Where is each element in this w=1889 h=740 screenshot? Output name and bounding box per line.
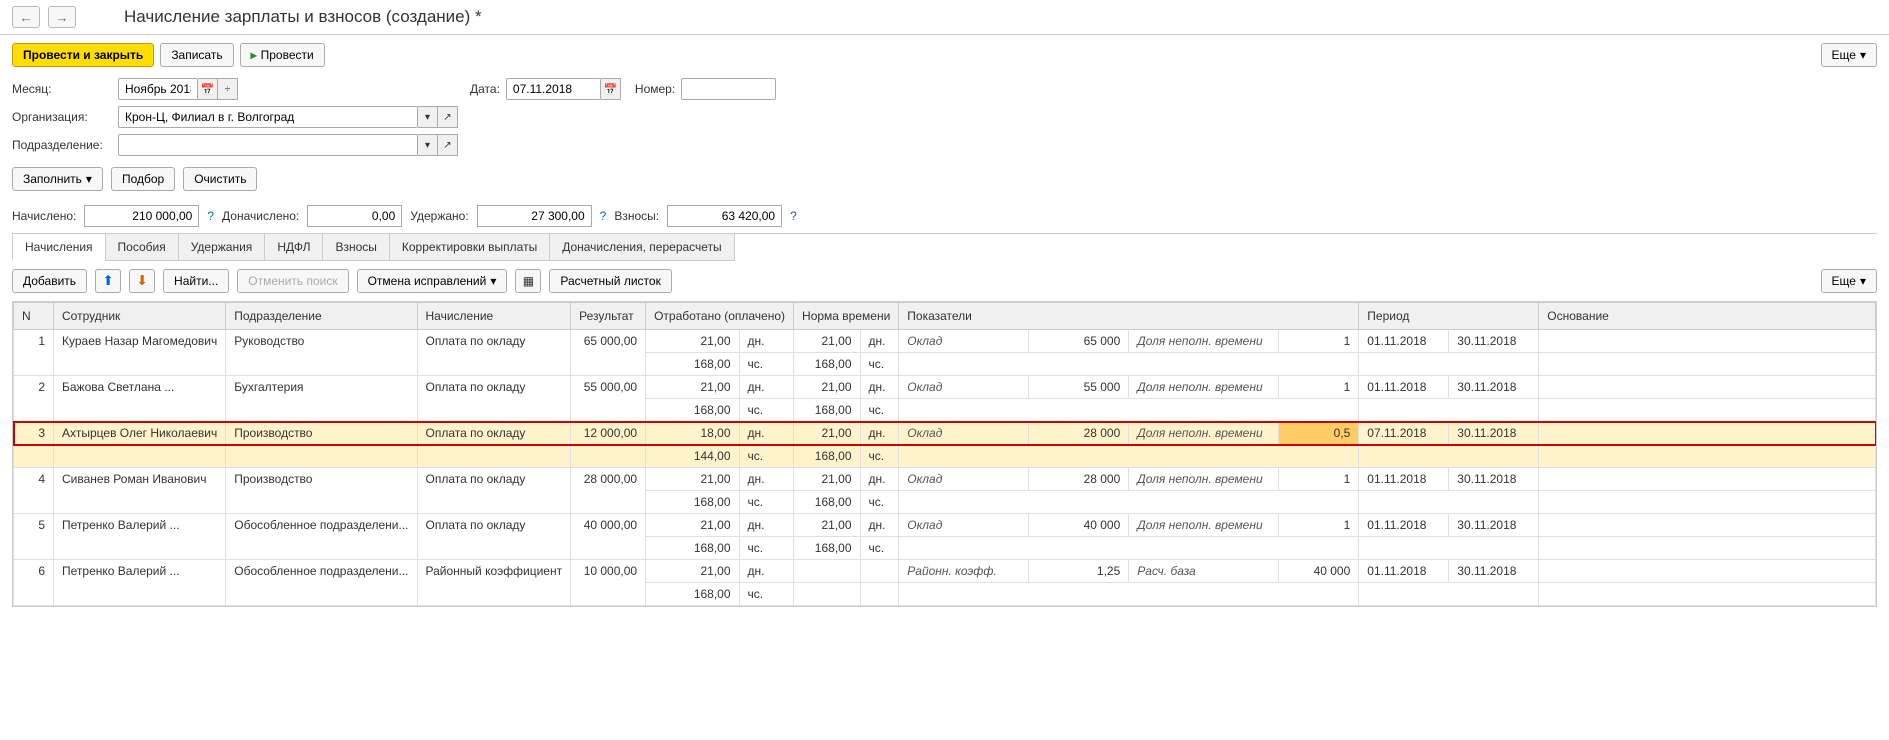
table-row[interactable]: 6Петренко Валерий ...Обособленное подраз…	[14, 560, 1876, 583]
chevron-down-icon: ▾	[490, 274, 496, 288]
number-label: Номер:	[635, 82, 675, 96]
tab-3[interactable]: НДФЛ	[264, 234, 323, 261]
org-dropdown-icon[interactable]: ▾	[418, 106, 438, 128]
dept-open-icon[interactable]: ↗	[438, 134, 458, 156]
chevron-down-icon: ▾	[1860, 274, 1866, 288]
add-button[interactable]: Добавить	[12, 269, 87, 293]
fill-button[interactable]: Заполнить ▾	[12, 167, 103, 191]
month-input[interactable]	[118, 78, 198, 100]
dept-input[interactable]	[118, 134, 418, 156]
extra-value[interactable]	[307, 205, 402, 227]
nav-forward-button[interactable]: →	[48, 6, 76, 28]
find-button[interactable]: Найти...	[163, 269, 229, 293]
table-row[interactable]: 3Ахтырцев Олег НиколаевичПроизводствоОпл…	[14, 422, 1876, 445]
table-row[interactable]: 4Сиванев Роман ИвановичПроизводствоОплат…	[14, 468, 1876, 491]
table-row[interactable]: 1Кураев Назар МагомедовичРуководствоОпла…	[14, 330, 1876, 353]
more-button[interactable]: Еще ▾	[1821, 43, 1877, 67]
org-input[interactable]	[118, 106, 418, 128]
org-open-icon[interactable]: ↗	[438, 106, 458, 128]
month-stepper[interactable]: ÷	[218, 78, 238, 100]
extra-label: Доначислено:	[222, 209, 299, 223]
col-period[interactable]: Период	[1359, 303, 1539, 330]
chevron-down-icon: ▾	[86, 172, 92, 186]
tab-5[interactable]: Корректировки выплаты	[389, 234, 550, 261]
move-down-button[interactable]: ⬇	[129, 269, 155, 293]
page-title: Начисление зарплаты и взносов (создание)…	[124, 7, 482, 27]
col-norm[interactable]: Норма времени	[794, 303, 899, 330]
col-worked[interactable]: Отработано (оплачено)	[646, 303, 794, 330]
help-icon[interactable]: ?	[207, 209, 214, 223]
col-dept[interactable]: Подразделение	[226, 303, 417, 330]
org-label: Организация:	[12, 110, 112, 124]
table-row[interactable]: 5Петренко Валерий ...Обособленное подраз…	[14, 514, 1876, 537]
tab-2[interactable]: Удержания	[178, 234, 266, 261]
help-icon[interactable]: ?	[790, 209, 797, 223]
date-calendar-icon[interactable]: 📅	[601, 78, 621, 100]
accrued-value[interactable]	[84, 205, 199, 227]
col-result[interactable]: Результат	[571, 303, 646, 330]
dept-label: Подразделение:	[12, 138, 112, 152]
date-label: Дата:	[470, 82, 500, 96]
withheld-value[interactable]	[477, 205, 592, 227]
month-label: Месяц:	[12, 82, 112, 96]
cancel-fix-button[interactable]: Отмена исправлений ▾	[357, 269, 508, 293]
col-basis[interactable]: Основание	[1539, 303, 1876, 330]
date-input[interactable]	[506, 78, 601, 100]
cancel-find-button[interactable]: Отменить поиск	[237, 269, 348, 293]
clear-button[interactable]: Очистить	[183, 167, 257, 191]
submit-close-button[interactable]: Провести и закрыть	[12, 43, 154, 67]
calendar-icon[interactable]: 📅	[198, 78, 218, 100]
submit-button[interactable]: ▸Провести	[240, 43, 325, 67]
chevron-down-icon: ▾	[1860, 48, 1866, 62]
col-employee[interactable]: Сотрудник	[54, 303, 226, 330]
col-n[interactable]: N	[14, 303, 54, 330]
contrib-label: Взносы:	[614, 209, 659, 223]
table-row[interactable]: 2Бажова Светлана ...БухгалтерияОплата по…	[14, 376, 1876, 399]
tab-1[interactable]: Пособия	[105, 234, 179, 261]
withheld-label: Удержано:	[410, 209, 468, 223]
help-icon[interactable]: ?	[600, 209, 607, 223]
payslip-button[interactable]: Расчетный листок	[549, 269, 671, 293]
col-accrual[interactable]: Начисление	[417, 303, 571, 330]
tab-0[interactable]: Начисления	[12, 234, 106, 261]
dept-dropdown-icon[interactable]: ▾	[418, 134, 438, 156]
submit-icon: ▸	[251, 48, 257, 62]
move-up-button[interactable]: ⬆	[95, 269, 121, 293]
accrued-label: Начислено:	[12, 209, 76, 223]
number-input[interactable]	[681, 78, 776, 100]
tab-6[interactable]: Доначисления, перерасчеты	[549, 234, 734, 261]
pick-button[interactable]: Подбор	[111, 167, 175, 191]
save-button[interactable]: Записать	[160, 43, 233, 67]
toggle-view-icon[interactable]: ▦	[515, 269, 541, 293]
table-more-button[interactable]: Еще ▾	[1821, 269, 1877, 293]
col-indicators[interactable]: Показатели	[899, 303, 1359, 330]
nav-back-button[interactable]: ←	[12, 6, 40, 28]
accruals-table: N Сотрудник Подразделение Начисление Рез…	[13, 302, 1876, 606]
contrib-value[interactable]	[667, 205, 782, 227]
tab-4[interactable]: Взносы	[322, 234, 389, 261]
